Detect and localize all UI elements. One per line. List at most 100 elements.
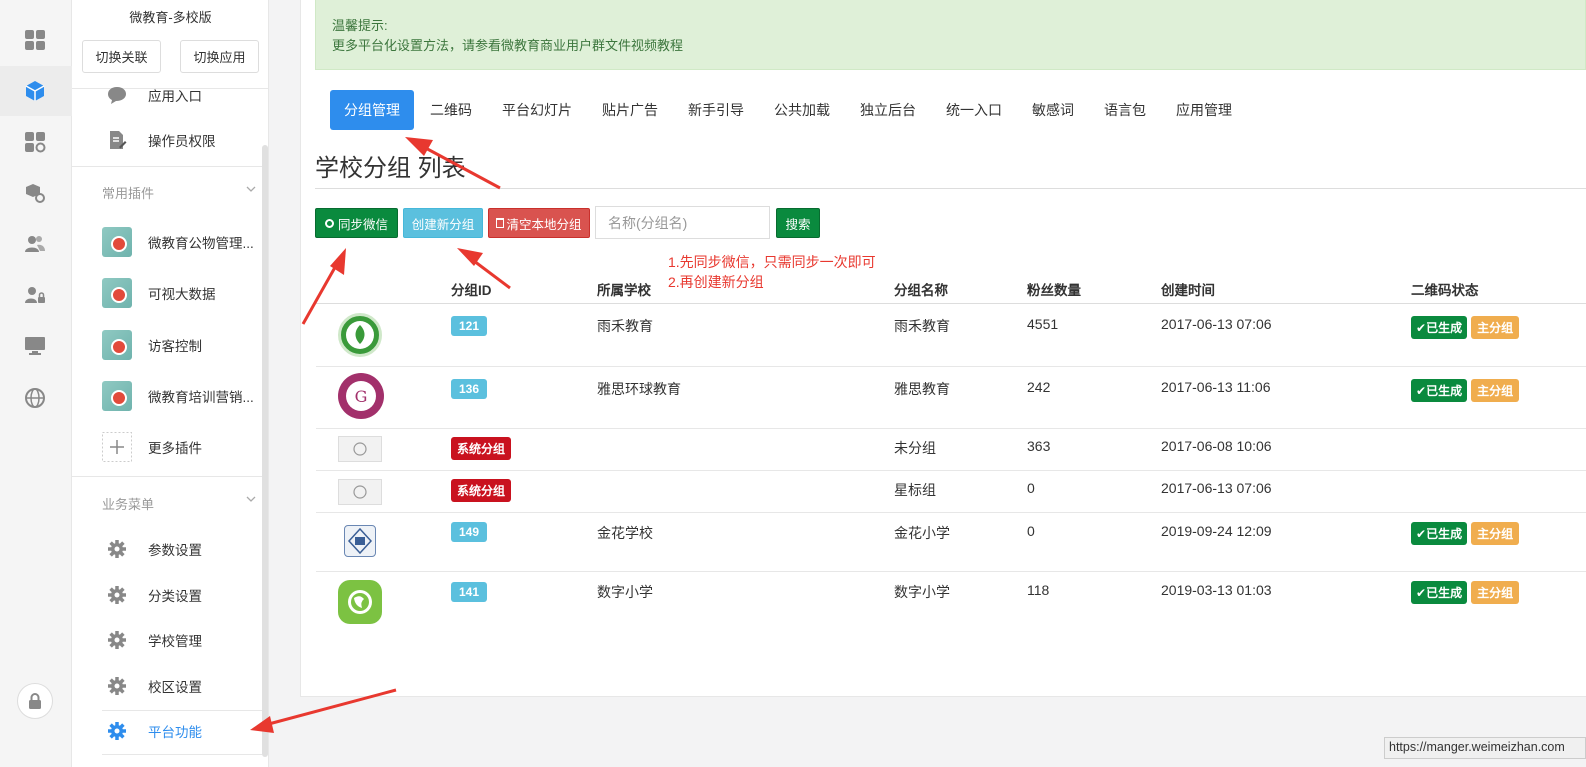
sidebar-item-label: 可视大数据 bbox=[148, 287, 216, 302]
sidebar-item-plugin[interactable]: 可视大数据 bbox=[102, 276, 262, 310]
sync-wechat-label: 同步微信 bbox=[337, 217, 388, 232]
table-row[interactable]: 149 金花学校 金花小学 0 2019-09-24 12:09 ✔已生成 主分组 bbox=[316, 513, 1586, 572]
page-title: 学校分组 列表 bbox=[315, 155, 466, 182]
search-input[interactable]: 名称(分组名) bbox=[595, 206, 770, 239]
tab-app-manage[interactable]: 应用管理 bbox=[1162, 90, 1246, 130]
group-id-badge: 141 bbox=[451, 582, 488, 602]
dashboard-icon[interactable] bbox=[22, 27, 48, 53]
lock-icon[interactable] bbox=[17, 683, 53, 719]
sidebar-item-operator-permissions[interactable]: 操作员权限 bbox=[102, 123, 262, 157]
switch-app-button[interactable]: 切换应用 bbox=[180, 40, 259, 73]
tab-qrcode[interactable]: 二维码 bbox=[416, 90, 486, 130]
group-name-cell: 数字小学 bbox=[894, 584, 950, 600]
group-id-cell: 系统分组 bbox=[451, 437, 512, 460]
sync-wechat-button[interactable]: 同步微信 bbox=[315, 208, 398, 238]
sidebar-item-plugin[interactable]: 微教育培训营销... bbox=[102, 379, 262, 413]
chat-bubble-icon bbox=[102, 80, 132, 110]
sidebar-item-label: 分类设置 bbox=[148, 589, 202, 604]
group-label-plugins[interactable]: 常用插件 bbox=[102, 183, 154, 202]
tab-guide[interactable]: 新手引导 bbox=[674, 90, 758, 130]
sidebar-item-app-entry[interactable]: 应用入口 bbox=[102, 78, 262, 112]
status-url: https://manger.weimeizhan.com bbox=[1384, 737, 1586, 759]
switch-link-button[interactable]: 切换关联 bbox=[82, 40, 161, 73]
sidebar-title: 微教育-多校版 bbox=[129, 10, 212, 25]
tab-group-manage[interactable]: 分组管理 bbox=[330, 90, 414, 130]
sidebar-item-campus[interactable]: 校区设置 bbox=[102, 669, 262, 703]
sidebar-item-label: 更多插件 bbox=[148, 441, 202, 456]
group-id-cell: 121 bbox=[451, 316, 488, 336]
gear-icon bbox=[102, 671, 132, 701]
sidebar-item-platform[interactable]: 平台功能 bbox=[102, 714, 262, 748]
tab-slides[interactable]: 平台幻灯片 bbox=[488, 90, 586, 130]
tab-bar: 分组管理 二维码 平台幻灯片 贴片广告 新手引导 公共加载 独立后台 统一入口 … bbox=[330, 90, 1248, 130]
tip-alert: 温馨提示: 更多平台化设置方法，请参看微教育商业用户群文件视频教程 bbox=[315, 0, 1586, 70]
create-group-button[interactable]: 创建新分组 bbox=[403, 208, 483, 238]
sidebar-item-school[interactable]: 学校管理 bbox=[102, 623, 262, 657]
tab-sensitive-words[interactable]: 敏感词 bbox=[1018, 90, 1088, 130]
sidebar-item-more-plugins[interactable]: 更多插件 bbox=[102, 430, 262, 464]
table-row[interactable]: 系统分组 未分组 363 2017-06-08 10:06 bbox=[316, 429, 1586, 471]
sidebar: 微教育-多校版 切换关联 切换应用 应用入口 操作员权限 常用插件 微教育公物管… bbox=[72, 0, 269, 767]
table-row[interactable]: 系统分组 星标组 0 2017-06-13 07:06 bbox=[316, 471, 1586, 513]
table-row[interactable]: 141 数字小学 数字小学 118 2019-03-13 01:03 ✔已生成主… bbox=[316, 572, 1586, 632]
chevron-down-icon[interactable] bbox=[246, 184, 256, 194]
group-id-cell: 系统分组 bbox=[451, 479, 512, 502]
icon-rail bbox=[0, 0, 72, 767]
clear-local-groups-label: 清空本地分组 bbox=[506, 217, 582, 232]
generated-badge: ✔已生成 bbox=[1411, 522, 1468, 545]
generated-badge: ✔已生成 bbox=[1411, 316, 1468, 339]
sidebar-item-params[interactable]: 参数设置 bbox=[102, 532, 262, 566]
school-logo-icon bbox=[338, 580, 382, 624]
school-logo-icon bbox=[338, 313, 382, 357]
tab-ads[interactable]: 贴片广告 bbox=[588, 90, 672, 130]
sidebar-item-label: 访客控制 bbox=[148, 339, 202, 354]
group-id-cell: 141 bbox=[451, 582, 488, 602]
globe-icon[interactable] bbox=[22, 385, 48, 411]
fans-cell: 0 bbox=[1027, 480, 1035, 496]
group-id-badge: 149 bbox=[451, 522, 488, 542]
cube-icon[interactable] bbox=[22, 78, 48, 104]
trash-icon bbox=[496, 218, 505, 228]
main-group-badge: 主分组 bbox=[1471, 581, 1520, 604]
generated-badge: ✔已生成 bbox=[1411, 379, 1468, 402]
search-button[interactable]: 搜索 bbox=[776, 208, 820, 238]
box-settings-icon[interactable] bbox=[22, 180, 48, 206]
group-id-cell: 149 bbox=[451, 522, 488, 542]
annotation-line: 1.先同步微信，只需同步一次即可 bbox=[668, 254, 876, 270]
qr-status-cell: ✔已生成 主分组 bbox=[1411, 316, 1520, 339]
plugin-logo-icon bbox=[102, 227, 132, 257]
school-logo-icon: G bbox=[338, 373, 384, 419]
column-header: 粉丝数量 bbox=[1027, 283, 1081, 298]
user-lock-icon[interactable] bbox=[22, 282, 48, 308]
default-logo-icon bbox=[338, 436, 382, 462]
table-row[interactable]: 121 雨禾教育 雨禾教育 4551 2017-06-13 07:06 ✔已生成… bbox=[316, 304, 1586, 367]
plus-icon bbox=[102, 432, 132, 462]
group-name-cell: 星标组 bbox=[894, 482, 936, 498]
monitor-icon[interactable] bbox=[22, 333, 48, 359]
users-icon[interactable] bbox=[22, 231, 48, 257]
main-group-badge: 主分组 bbox=[1471, 379, 1520, 402]
sidebar-item-plugin[interactable]: 访客控制 bbox=[102, 328, 262, 362]
tab-standalone-admin[interactable]: 独立后台 bbox=[846, 90, 930, 130]
group-name-cell: 雅思教育 bbox=[894, 381, 950, 397]
gear-icon bbox=[102, 625, 132, 655]
main-group-badge: 主分组 bbox=[1471, 522, 1520, 545]
plugin-logo-icon bbox=[102, 381, 132, 411]
plugin-logo-icon bbox=[102, 330, 132, 360]
table-header: 分组ID 所属学校 分组名称 粉丝数量 创建时间 二维码状态 bbox=[316, 274, 1586, 304]
tab-unified-entry[interactable]: 统一入口 bbox=[932, 90, 1016, 130]
table-row[interactable]: G 136 雅思环球教育 雅思教育 242 2017-06-13 11:06 ✔… bbox=[316, 367, 1586, 429]
sidebar-item-category[interactable]: 分类设置 bbox=[102, 578, 262, 612]
group-id-cell: 136 bbox=[451, 379, 488, 399]
school-cell: 雨禾教育 bbox=[597, 318, 653, 334]
sidebar-item-plugin[interactable]: 微教育公物管理... bbox=[102, 225, 262, 259]
apps-settings-icon[interactable] bbox=[22, 129, 48, 155]
sidebar-scrollbar[interactable] bbox=[262, 145, 268, 757]
tab-language-pack[interactable]: 语言包 bbox=[1090, 90, 1160, 130]
tab-public-load[interactable]: 公共加载 bbox=[760, 90, 844, 130]
time-cell: 2017-06-13 07:06 bbox=[1161, 316, 1272, 332]
clear-local-groups-button[interactable]: 清空本地分组 bbox=[488, 208, 590, 238]
group-label-business[interactable]: 业务菜单 bbox=[102, 494, 154, 513]
qr-status-cell: ✔已生成 主分组 bbox=[1411, 379, 1520, 402]
chevron-down-icon[interactable] bbox=[246, 494, 256, 504]
